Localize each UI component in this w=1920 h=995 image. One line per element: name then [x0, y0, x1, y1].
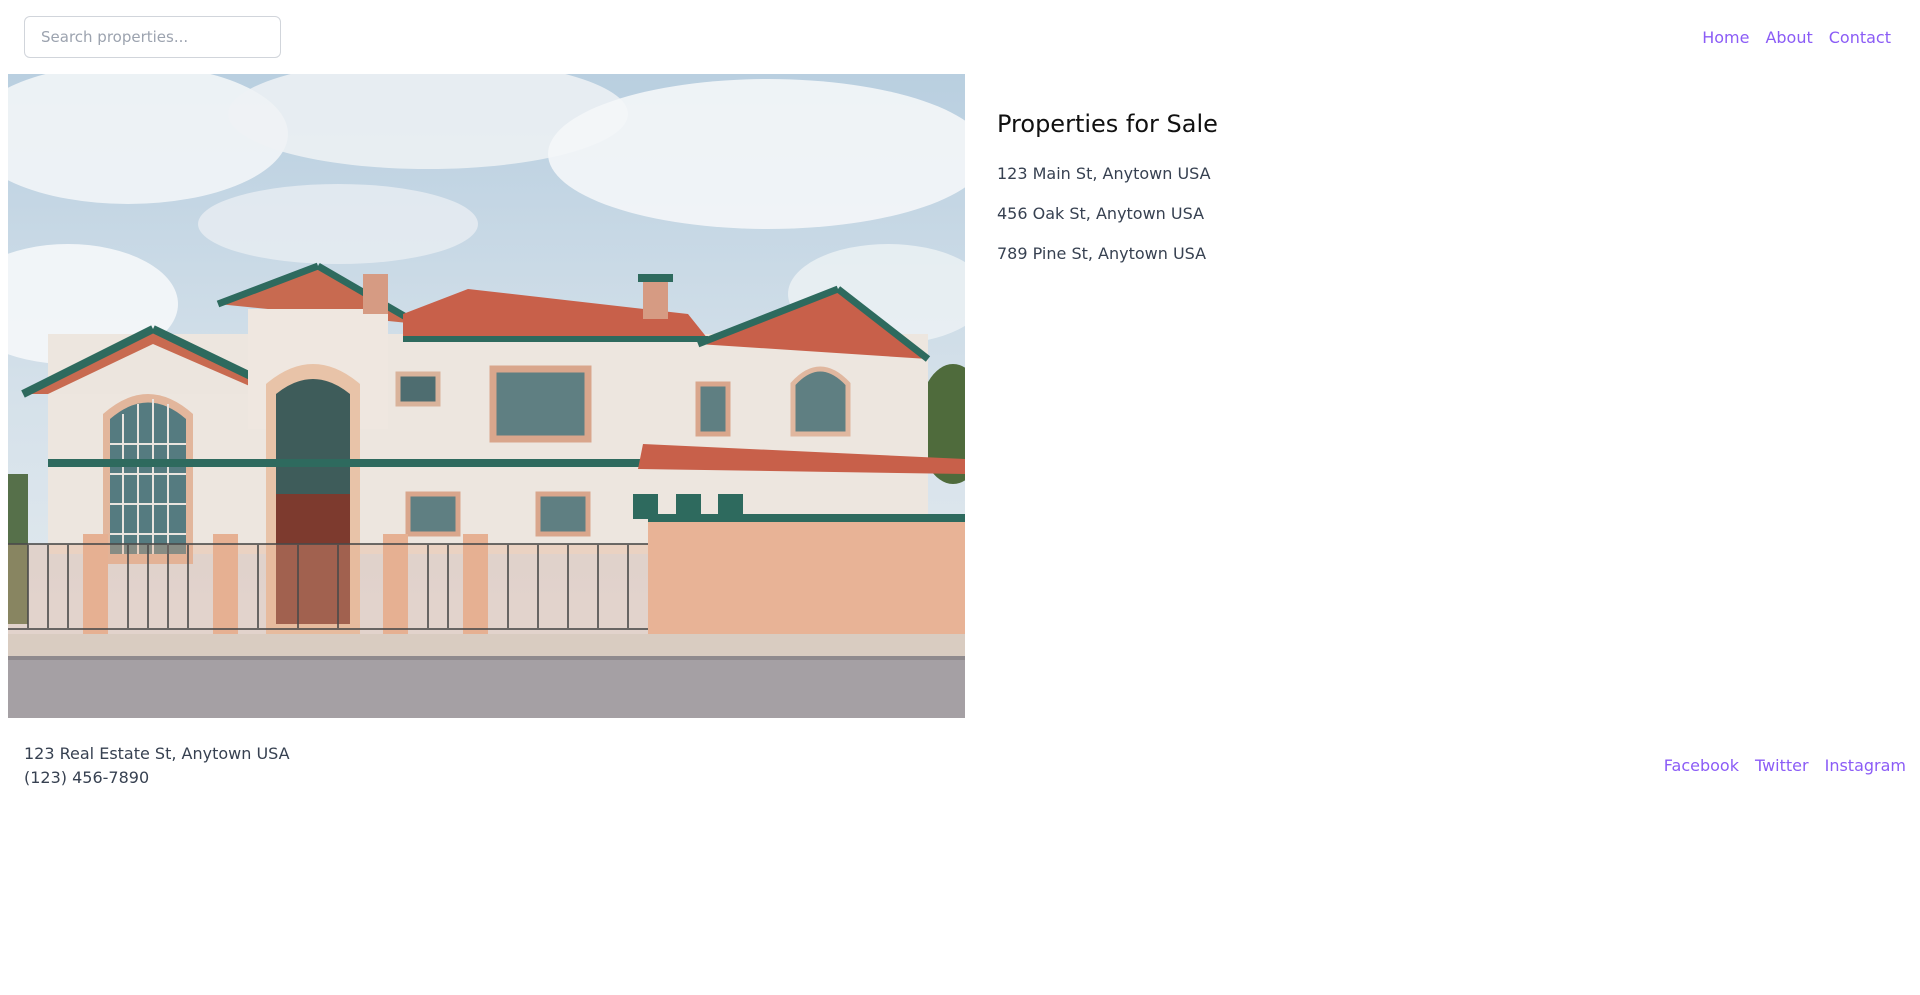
property-item[interactable]: 123 Main St, Anytown USA: [997, 162, 1218, 186]
listings-section: Properties for Sale 123 Main St, Anytown…: [997, 106, 1218, 282]
footer-phone: (123) 456-7890: [24, 768, 150, 787]
social-link-facebook[interactable]: Facebook: [1664, 754, 1739, 778]
nav-link-home[interactable]: Home: [1702, 26, 1749, 50]
social-link-twitter[interactable]: Twitter: [1755, 754, 1809, 778]
social-links: Facebook Twitter Instagram: [1664, 754, 1906, 778]
listings-title: Properties for Sale: [997, 110, 1218, 138]
property-item[interactable]: 456 Oak St, Anytown USA: [997, 202, 1218, 226]
search-input[interactable]: [24, 16, 281, 58]
footer-address: 123 Real Estate St, Anytown USA: [24, 744, 290, 763]
site-footer: 123 Real Estate St, Anytown USA (123) 45…: [0, 742, 1920, 792]
top-nav: Home About Contact: [1702, 26, 1891, 50]
property-list: 123 Main St, Anytown USA 456 Oak St, Any…: [997, 162, 1218, 266]
social-link-instagram[interactable]: Instagram: [1825, 754, 1906, 778]
house-photo: [8, 74, 965, 718]
nav-link-about[interactable]: About: [1765, 26, 1812, 50]
footer-contact: 123 Real Estate St, Anytown USA (123) 45…: [24, 742, 290, 790]
property-item[interactable]: 789 Pine St, Anytown USA: [997, 242, 1218, 266]
nav-link-contact[interactable]: Contact: [1829, 26, 1891, 50]
site-header: Home About Contact: [0, 0, 1920, 74]
